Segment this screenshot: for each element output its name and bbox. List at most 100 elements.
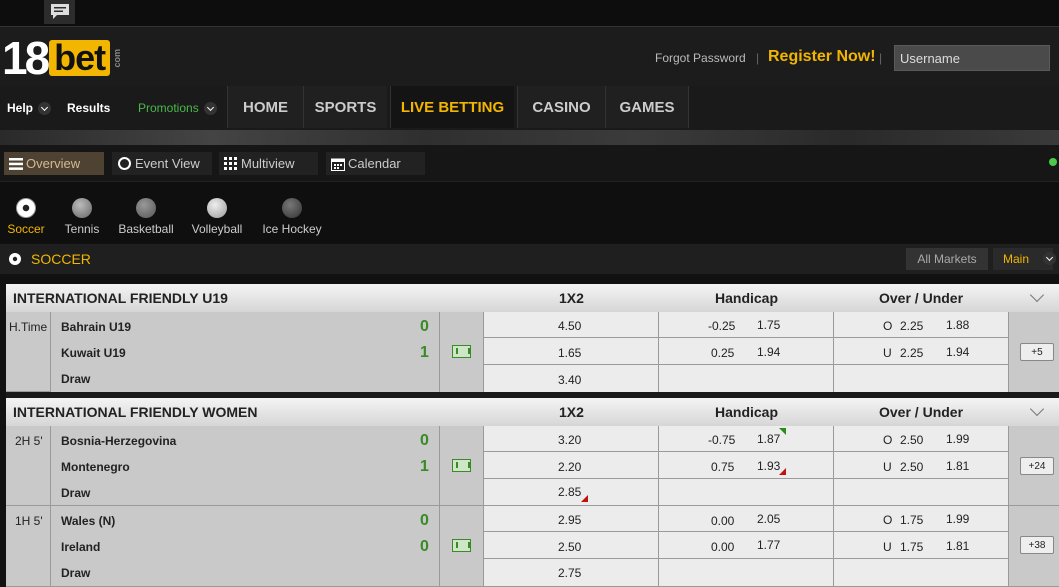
live-tv-icon[interactable] (452, 345, 471, 358)
over-cell[interactable]: O 2.25 1.88 (834, 312, 1009, 338)
league-header[interactable]: INTERNATIONAL FRIENDLY WOMEN 1X2 Handica… (6, 398, 1059, 426)
nav-promotions-label: Promotions (138, 101, 199, 115)
odds-x[interactable]: 3.40 (484, 365, 659, 392)
odds-1[interactable]: 4.50 (484, 312, 659, 338)
match-time: 1H 5' (15, 514, 43, 528)
odds-value: 2.95 (558, 513, 582, 527)
nav-promotions[interactable]: Promotions (138, 101, 217, 115)
odds-x[interactable]: 2.75 (484, 559, 659, 587)
col-1x2: 1X2 (559, 290, 584, 306)
ou-empty (834, 365, 1009, 392)
odds-down-indicator (581, 495, 588, 502)
nav-casino[interactable]: CASINO (517, 86, 605, 128)
handicap-home[interactable]: 0.00 2.05 (659, 506, 834, 532)
sport-selector: Soccer Tennis Basketball Volleyball Ice … (0, 181, 1059, 243)
register-link[interactable]: Register Now! (768, 48, 876, 66)
all-markets-button[interactable]: All Markets (906, 248, 988, 270)
handicap-empty (659, 365, 834, 392)
live-tv-icon[interactable] (452, 539, 471, 552)
odds-x[interactable]: 2.85 (484, 479, 659, 506)
ou-line: 2.50 (900, 460, 924, 474)
sport-soccer[interactable]: Soccer (7, 198, 45, 236)
tv-cell (440, 506, 484, 587)
section-header: SOCCER All Markets Main (0, 244, 1059, 274)
handicap-away[interactable]: 0.00 1.77 (659, 532, 834, 559)
odds-2[interactable]: 1.65 (484, 338, 659, 365)
chevron-down-icon (1043, 252, 1056, 265)
handicap-line: 0.00 (711, 540, 735, 554)
league-name: INTERNATIONAL FRIENDLY WOMEN (13, 404, 258, 420)
volleyball-icon (207, 198, 227, 218)
match-time: H.Time (9, 320, 48, 334)
ou-empty (834, 479, 1009, 506)
live-tv-icon[interactable] (452, 459, 471, 472)
more-markets-button[interactable]: +24 (1020, 457, 1054, 475)
under-cell[interactable]: U 1.75 1.81 (834, 532, 1009, 559)
tab-calendar[interactable]: Calendar (326, 152, 425, 175)
tab-event-view[interactable]: Event View (112, 152, 212, 175)
odds-up-indicator (779, 428, 786, 435)
tab-overview-label: Overview (26, 156, 81, 171)
chat-button[interactable] (44, 0, 75, 24)
sport-basketball[interactable]: Basketball (116, 198, 176, 236)
odds-1[interactable]: 2.95 (484, 506, 659, 532)
odds-2[interactable]: 2.50 (484, 532, 659, 559)
ou-line: 1.75 (900, 513, 924, 527)
logo-word: bet (49, 40, 111, 76)
odds-value: 2.50 (558, 540, 582, 554)
handicap-away[interactable]: 0.25 1.94 (659, 338, 834, 365)
ou-side: U (883, 540, 892, 554)
league-header[interactable]: INTERNATIONAL FRIENDLY U19 1X2 Handicap … (6, 284, 1059, 312)
handicap-home[interactable]: -0.25 1.75 (659, 312, 834, 338)
site-logo[interactable]: 18 bet com (2, 32, 122, 84)
odds-value: 2.20 (558, 460, 582, 474)
handicap-line: -0.75 (708, 433, 736, 447)
logo-number: 18 (2, 32, 50, 84)
under-cell[interactable]: U 2.50 1.81 (834, 452, 1009, 479)
chat-icon (50, 4, 69, 19)
more-markets-button[interactable]: +38 (1020, 536, 1054, 554)
username-field[interactable] (894, 45, 1050, 71)
ou-side: U (883, 460, 892, 474)
odds-value: 3.20 (558, 433, 582, 447)
sport-volleyball[interactable]: Volleyball (190, 198, 244, 236)
ou-side: O (883, 319, 893, 333)
match-row: 2H 5' Bosnia-Herzegovina 0 Montenegro 1 … (6, 426, 1059, 506)
match-time: 2H 5' (15, 434, 43, 448)
tab-calendar-label: Calendar (348, 156, 401, 171)
market-select[interactable]: Main (993, 248, 1056, 270)
chevron-down-icon[interactable] (1029, 401, 1045, 417)
chevron-down-icon[interactable] (1029, 287, 1045, 303)
tab-overview[interactable]: Overview (4, 152, 104, 175)
sport-ice-hockey[interactable]: Ice Hockey (260, 198, 324, 236)
soccer-ball-icon (16, 198, 36, 218)
handicap-away[interactable]: 0.75 1.93 (659, 452, 834, 479)
handicap-odds: 1.93 (757, 459, 781, 473)
col-over-under: Over / Under (879, 290, 964, 306)
forgot-password-link[interactable]: Forgot Password (655, 51, 746, 65)
col-1x2: 1X2 (559, 404, 584, 420)
sport-tennis[interactable]: Tennis (62, 198, 102, 236)
odds-1[interactable]: 3.20 (484, 426, 659, 452)
ou-side: U (883, 346, 892, 360)
nav-help[interactable]: Help (7, 101, 52, 115)
sport-volleyball-label: Volleyball (191, 222, 243, 236)
over-cell[interactable]: O 1.75 1.99 (834, 506, 1009, 532)
nav-live-betting[interactable]: LIVE BETTING (390, 86, 514, 128)
odds-2[interactable]: 2.20 (484, 452, 659, 479)
under-cell[interactable]: U 2.25 1.94 (834, 338, 1009, 365)
tv-cell (440, 312, 484, 392)
handicap-line: 0.25 (711, 346, 735, 360)
odds-value: 3.40 (558, 373, 582, 387)
match-row: H.Time Bahrain U19 0 Kuwait U19 1 Draw 4… (6, 312, 1059, 392)
tab-multiview[interactable]: Multiview (219, 152, 318, 175)
nav-home[interactable]: HOME (227, 86, 303, 128)
over-cell[interactable]: O 2.50 1.99 (834, 426, 1009, 452)
nav-games[interactable]: GAMES (605, 86, 689, 128)
nav-results[interactable]: Results (67, 101, 110, 115)
nav-sports[interactable]: SPORTS (303, 86, 387, 128)
tab-event-view-label: Event View (135, 156, 200, 171)
handicap-home[interactable]: -0.75 1.87 (659, 426, 834, 452)
more-markets-button[interactable]: +5 (1020, 343, 1054, 361)
main-nav: Help Results Promotions HOME SPORTS LIVE… (0, 86, 1059, 130)
